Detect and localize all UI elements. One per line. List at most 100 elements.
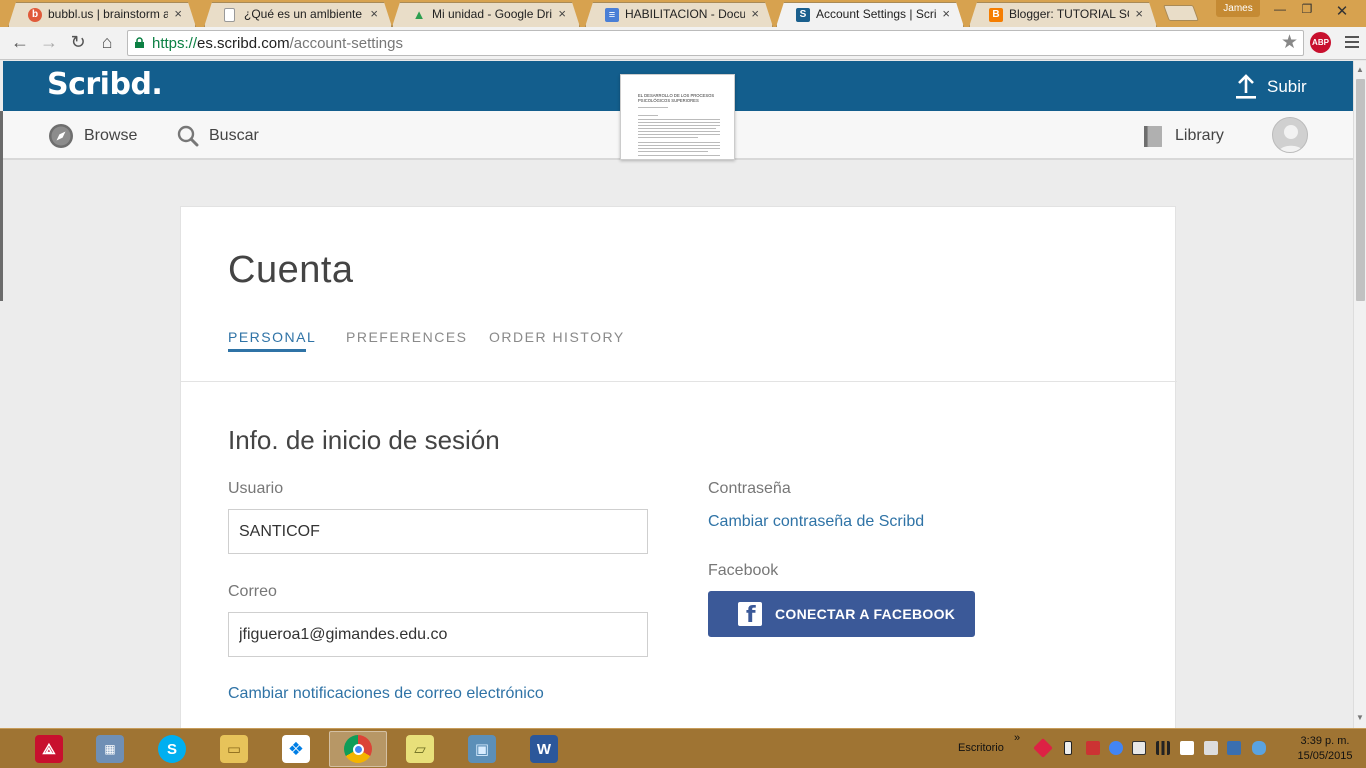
- user-avatar[interactable]: [1272, 117, 1308, 153]
- upload-button[interactable]: Subir: [1235, 72, 1307, 102]
- google-docs-icon: ≡: [605, 8, 619, 22]
- close-tab-icon[interactable]: ×: [370, 6, 378, 21]
- facebook-icon: f: [738, 602, 762, 627]
- search-icon: [177, 125, 199, 147]
- desktop-toolbar-label[interactable]: Escritorio: [958, 742, 1004, 754]
- calculator-icon: ▦: [96, 735, 124, 763]
- compass-icon: [49, 124, 73, 148]
- close-window-icon[interactable]: ✕: [1330, 2, 1354, 20]
- library-book-icon: [1144, 126, 1162, 147]
- scroll-up-icon[interactable]: ▲: [1356, 65, 1364, 74]
- tab-personal[interactable]: PERSONAL: [228, 329, 316, 345]
- browser-tab-bubblus[interactable]: b bubbl.us | brainstorm and ×: [8, 2, 196, 27]
- scribd-logo[interactable]: Scribd.: [47, 67, 163, 102]
- taskbar-photo-viewer[interactable]: ▣: [453, 731, 511, 767]
- minimize-icon[interactable]: —: [1268, 2, 1292, 16]
- page-viewport: Scribd. Subir Browse Buscar Library EL D…: [0, 61, 1366, 728]
- taskbar-dropbox[interactable]: ❖: [267, 731, 325, 767]
- nav-library-label: Library: [1175, 127, 1224, 144]
- divider: [181, 381, 1177, 382]
- close-tab-icon[interactable]: ×: [558, 6, 566, 21]
- home-icon[interactable]: ⌂: [95, 32, 119, 53]
- new-tab-button[interactable]: [1163, 5, 1199, 21]
- email-field[interactable]: [228, 612, 648, 657]
- clock-date[interactable]: 15/05/2015: [1290, 750, 1360, 762]
- user-silhouette-icon: [1278, 125, 1304, 152]
- facebook-label: Facebook: [708, 562, 779, 579]
- window-edge: [0, 111, 3, 301]
- address-bar[interactable]: https://es.scribd.com/account-settings: [127, 30, 1304, 56]
- taskbar-chrome[interactable]: [329, 731, 387, 767]
- profile-badge[interactable]: James: [1216, 0, 1260, 17]
- windows-taskbar: ⟁ ▦ S ▭ ❖ ▱ ▣ W Escritorio » 3:39 p. m. …: [0, 728, 1366, 768]
- connect-facebook-label: CONECTAR A FACEBOOK: [775, 606, 956, 622]
- change-password-link[interactable]: Cambiar contraseña de Scribd: [708, 513, 924, 531]
- nav-browse[interactable]: Browse: [48, 123, 137, 149]
- action-center-flag-icon[interactable]: [1132, 741, 1146, 755]
- adobe-acrobat-icon: ⟁: [35, 735, 63, 763]
- email-label: Correo: [228, 583, 277, 600]
- nav-browse-label: Browse: [84, 127, 138, 144]
- page-scrollbar[interactable]: ▲ ▼: [1353, 61, 1366, 728]
- upload-arrow-icon: [1236, 74, 1256, 99]
- signal-bars-icon[interactable]: [1156, 741, 1170, 755]
- taskbar-skype[interactable]: S: [143, 731, 201, 767]
- browser-menu-icon[interactable]: [1345, 33, 1359, 51]
- taskbar-calculator[interactable]: ▦: [81, 731, 139, 767]
- close-tab-icon[interactable]: ×: [174, 6, 182, 21]
- folder-icon: ▭: [220, 735, 248, 763]
- tray-dropbox-icon[interactable]: [1180, 741, 1194, 755]
- account-settings-card: Cuenta PERSONAL PREFERENCES ORDER HISTOR…: [180, 206, 1177, 728]
- reload-icon[interactable]: ↻: [66, 32, 90, 53]
- nav-library[interactable]: Library: [1143, 123, 1224, 149]
- bookmark-star-icon[interactable]: ★: [1281, 31, 1298, 54]
- browser-tab-google-drive[interactable]: ▲ Mi unidad - Google Drive ×: [392, 2, 580, 27]
- adblock-plus-icon[interactable]: ABP: [1310, 32, 1331, 53]
- tab-title: HABILITACION - Documen: [625, 7, 745, 21]
- taskbar-word[interactable]: W: [515, 731, 573, 767]
- taskbar-explorer[interactable]: ▭: [205, 731, 263, 767]
- connect-facebook-button[interactable]: f CONECTAR A FACEBOOK: [708, 591, 975, 637]
- chevron-icon[interactable]: »: [1014, 732, 1020, 744]
- browser-tab-blogger[interactable]: B Blogger: TUTORIAL SCRIB ×: [969, 2, 1157, 27]
- username-field[interactable]: [228, 509, 648, 554]
- url-text: https://es.scribd.com/account-settings: [152, 35, 403, 52]
- network-icon[interactable]: [1227, 741, 1241, 755]
- tray-app-icon[interactable]: [1033, 738, 1053, 758]
- chrome-icon: [344, 735, 372, 763]
- nav-search[interactable]: Buscar: [177, 123, 259, 149]
- forward-icon[interactable]: →: [37, 32, 61, 53]
- lock-icon: [135, 37, 144, 48]
- email-notifications-link[interactable]: Cambiar notificaciones de correo electró…: [228, 685, 544, 703]
- tab-preferences[interactable]: PREFERENCES: [346, 329, 468, 345]
- tab-order-history[interactable]: ORDER HISTORY: [489, 329, 625, 345]
- battery-icon[interactable]: [1064, 741, 1072, 755]
- clock-time[interactable]: 3:39 p. m.: [1290, 735, 1360, 747]
- browser-tab-que-es[interactable]: ¿Qué es un amlbiente virt ×: [204, 2, 392, 27]
- browser-tab-strip: b bubbl.us | brainstorm and × ¿Qué es un…: [0, 0, 1366, 27]
- sticky-notes-icon: ▱: [406, 735, 434, 763]
- restore-icon[interactable]: ❐: [1295, 2, 1319, 16]
- username-label: Usuario: [228, 480, 284, 497]
- tray-chrome-icon[interactable]: [1109, 741, 1123, 755]
- active-tab-indicator: [228, 349, 306, 352]
- close-tab-icon[interactable]: ×: [942, 6, 950, 21]
- onedrive-icon[interactable]: [1252, 741, 1266, 755]
- back-icon[interactable]: ←: [8, 32, 32, 53]
- tab-title: Blogger: TUTORIAL SCRIB: [1009, 7, 1129, 21]
- close-tab-icon[interactable]: ×: [751, 6, 759, 21]
- browser-tab-habilitacion[interactable]: ≡ HABILITACION - Documen ×: [585, 2, 773, 27]
- browser-tab-account-settings[interactable]: S Account Settings | Scribd ×: [776, 2, 964, 27]
- taskbar-sticky-notes[interactable]: ▱: [391, 731, 449, 767]
- scribd-favicon-icon: S: [796, 8, 810, 22]
- document-thumbnail[interactable]: EL DESARROLLO DE LOS PROCESOS PSICOLÓGIC…: [620, 74, 735, 160]
- close-tab-icon[interactable]: ×: [1135, 6, 1143, 21]
- taskbar-acrobat[interactable]: ⟁: [20, 731, 78, 767]
- tray-flag-icon[interactable]: [1086, 741, 1100, 755]
- scroll-thumb[interactable]: [1356, 79, 1365, 301]
- tab-title: ¿Qué es un amlbiente virt: [244, 7, 364, 21]
- scroll-down-icon[interactable]: ▼: [1356, 713, 1364, 722]
- tab-title: bubbl.us | brainstorm and: [48, 7, 168, 21]
- volume-icon[interactable]: [1204, 741, 1218, 755]
- document-thumbnail-title: EL DESARROLLO DE LOS PROCESOS PSICOLÓGIC…: [638, 93, 715, 103]
